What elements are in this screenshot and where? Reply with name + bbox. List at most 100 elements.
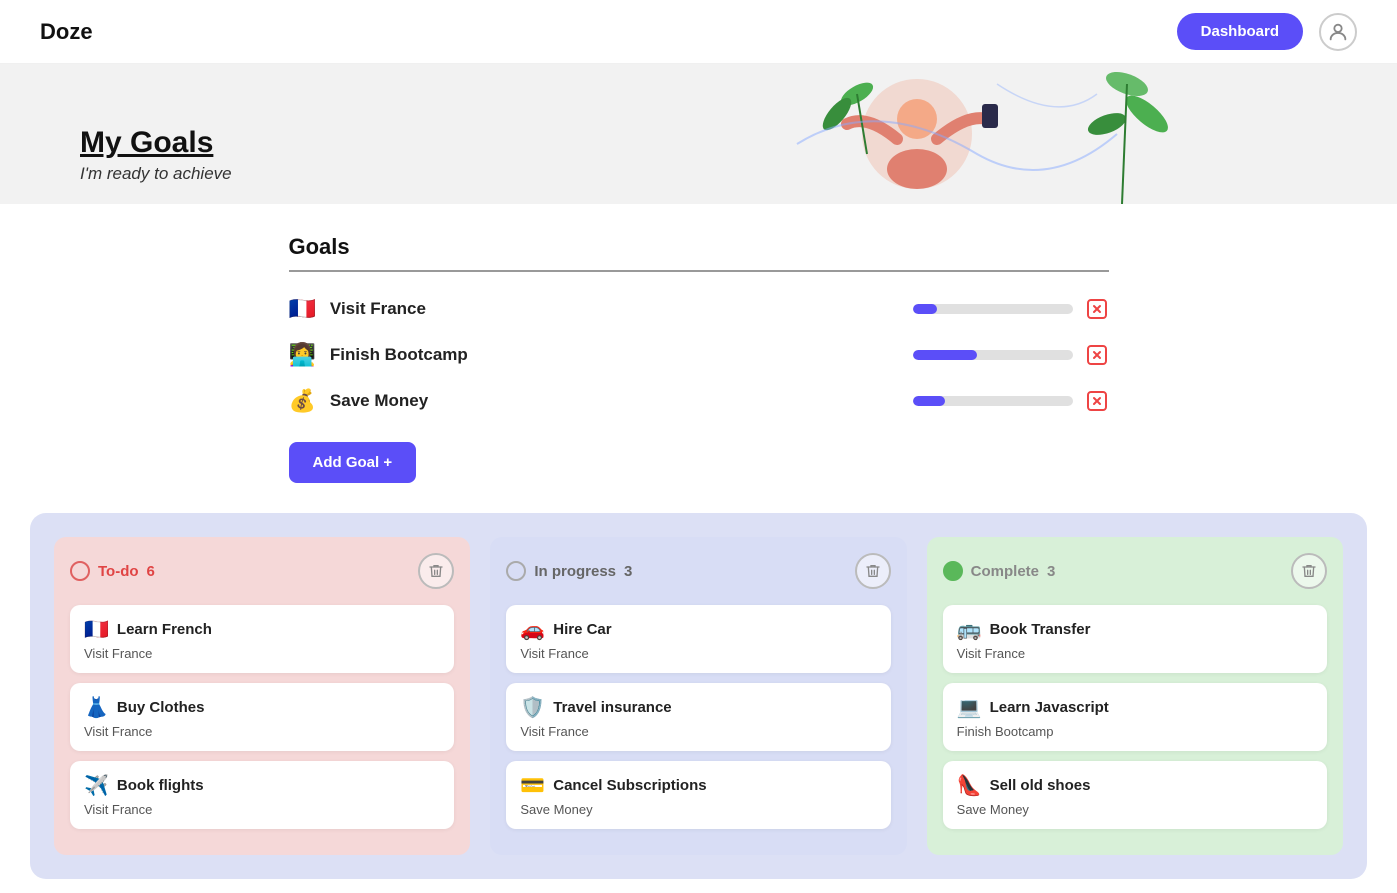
goal-progress	[913, 297, 1109, 321]
task-card-title: ✈️ Book flights	[84, 773, 440, 798]
col-title: In progress	[534, 563, 616, 580]
task-title: Travel insurance	[553, 699, 671, 716]
hero-title: My Goals	[80, 126, 232, 160]
task-card-title: 🛡️ Travel insurance	[520, 695, 876, 720]
task-icon: 💳	[520, 773, 545, 798]
dashboard-button[interactable]: Dashboard	[1177, 13, 1303, 50]
goals-section: Goals 🇫🇷 Visit France 👩‍💻 Finish Bootcam…	[249, 204, 1149, 493]
progress-bar-fill	[913, 396, 945, 406]
task-card-subtitle: Visit France	[957, 646, 1313, 661]
task-icon: 🇫🇷	[84, 617, 109, 642]
user-avatar[interactable]	[1319, 13, 1357, 51]
task-icon: ✈️	[84, 773, 109, 798]
task-card[interactable]: 👠 Sell old shoes Save Money	[943, 761, 1327, 829]
goal-emoji: 🇫🇷	[289, 296, 316, 322]
goal-row-visit-france: 🇫🇷 Visit France	[289, 296, 1109, 322]
hero-illustration	[597, 64, 1297, 204]
kanban-column-todo: To-do 6 🇫🇷 Learn French Visit	[54, 537, 470, 855]
task-card[interactable]: ✈️ Book flights Visit France	[70, 761, 454, 829]
goal-row-save-money: 💰 Save Money	[289, 388, 1109, 414]
progress-bar-fill	[913, 350, 977, 360]
task-card-subtitle: Visit France	[84, 802, 440, 817]
hero-svg	[597, 64, 1297, 204]
kanban-column-inprogress: In progress 3 🚗 Hire Car Visit	[490, 537, 906, 855]
task-card-title: 🚌 Book Transfer	[957, 617, 1313, 642]
task-title: Cancel Subscriptions	[553, 777, 706, 794]
task-card-subtitle: Visit France	[520, 724, 876, 739]
goal-label: Save Money	[330, 391, 913, 411]
goal-progress	[913, 343, 1109, 367]
task-card[interactable]: 🛡️ Travel insurance Visit France	[506, 683, 890, 751]
col-status-dot	[943, 561, 963, 581]
col-header-left: To-do 6	[70, 561, 155, 581]
task-card[interactable]: 🚌 Book Transfer Visit France	[943, 605, 1327, 673]
task-card-title: 💳 Cancel Subscriptions	[520, 773, 876, 798]
task-title: Learn Javascript	[990, 699, 1109, 716]
col-trash-button[interactable]	[1291, 553, 1327, 589]
task-card-subtitle: Finish Bootcamp	[957, 724, 1313, 739]
goal-progress	[913, 389, 1109, 413]
goals-list: 🇫🇷 Visit France 👩‍💻 Finish Bootcamp	[289, 296, 1109, 414]
progress-bar-fill	[913, 304, 937, 314]
nav-right: Dashboard	[1177, 13, 1357, 51]
task-card-title: 👠 Sell old shoes	[957, 773, 1313, 798]
progress-bar-bg	[913, 396, 1073, 406]
task-icon: 👗	[84, 695, 109, 720]
goal-label: Visit France	[330, 299, 913, 319]
task-card-subtitle: Save Money	[957, 802, 1313, 817]
task-card-subtitle: Save Money	[520, 802, 876, 817]
task-card[interactable]: 💻 Learn Javascript Finish Bootcamp	[943, 683, 1327, 751]
task-card-title: 👗 Buy Clothes	[84, 695, 440, 720]
progress-bar-bg	[913, 304, 1073, 314]
col-header: In progress 3	[506, 553, 890, 589]
task-card-subtitle: Visit France	[520, 646, 876, 661]
col-title: To-do	[98, 563, 139, 580]
goal-label: Finish Bootcamp	[330, 345, 913, 365]
task-title: Hire Car	[553, 621, 611, 638]
goal-row-finish-bootcamp: 👩‍💻 Finish Bootcamp	[289, 342, 1109, 368]
task-title: Book flights	[117, 777, 204, 794]
delete-goal-button[interactable]	[1085, 297, 1109, 321]
navbar: Doze Dashboard	[0, 0, 1397, 64]
col-header-left: In progress 3	[506, 561, 632, 581]
col-count: 3	[1047, 563, 1055, 580]
goal-emoji: 💰	[289, 388, 316, 414]
goals-heading: Goals	[289, 234, 1109, 272]
task-icon: 🛡️	[520, 695, 545, 720]
hero-banner: My Goals I'm ready to achieve	[0, 64, 1397, 204]
progress-bar-bg	[913, 350, 1073, 360]
task-card[interactable]: 🇫🇷 Learn French Visit France	[70, 605, 454, 673]
task-card-subtitle: Visit France	[84, 724, 440, 739]
app-logo: Doze	[40, 19, 93, 45]
col-status-dot	[70, 561, 90, 581]
task-card-title: 💻 Learn Javascript	[957, 695, 1313, 720]
col-header: To-do 6	[70, 553, 454, 589]
task-title: Sell old shoes	[990, 777, 1091, 794]
task-card[interactable]: 👗 Buy Clothes Visit France	[70, 683, 454, 751]
delete-goal-button[interactable]	[1085, 389, 1109, 413]
task-card-title: 🚗 Hire Car	[520, 617, 876, 642]
goal-emoji: 👩‍💻	[289, 342, 316, 368]
col-trash-button[interactable]	[855, 553, 891, 589]
col-title: Complete	[971, 563, 1039, 580]
task-title: Learn French	[117, 621, 212, 638]
task-card-title: 🇫🇷 Learn French	[84, 617, 440, 642]
task-card[interactable]: 💳 Cancel Subscriptions Save Money	[506, 761, 890, 829]
col-count: 6	[147, 563, 155, 580]
add-goal-button[interactable]: Add Goal +	[289, 442, 417, 483]
kanban-board: To-do 6 🇫🇷 Learn French Visit	[30, 513, 1367, 879]
col-header: Complete 3	[943, 553, 1327, 589]
task-title: Book Transfer	[990, 621, 1091, 638]
task-title: Buy Clothes	[117, 699, 205, 716]
task-card-subtitle: Visit France	[84, 646, 440, 661]
col-trash-button[interactable]	[418, 553, 454, 589]
col-status-dot	[506, 561, 526, 581]
kanban-column-complete: Complete 3 🚌 Book Transfer Vis	[927, 537, 1343, 855]
task-icon: 👠	[957, 773, 982, 798]
task-icon: 💻	[957, 695, 982, 720]
hero-subtitle: I'm ready to achieve	[80, 164, 232, 184]
delete-goal-button[interactable]	[1085, 343, 1109, 367]
task-icon: 🚗	[520, 617, 545, 642]
task-card[interactable]: 🚗 Hire Car Visit France	[506, 605, 890, 673]
task-icon: 🚌	[957, 617, 982, 642]
